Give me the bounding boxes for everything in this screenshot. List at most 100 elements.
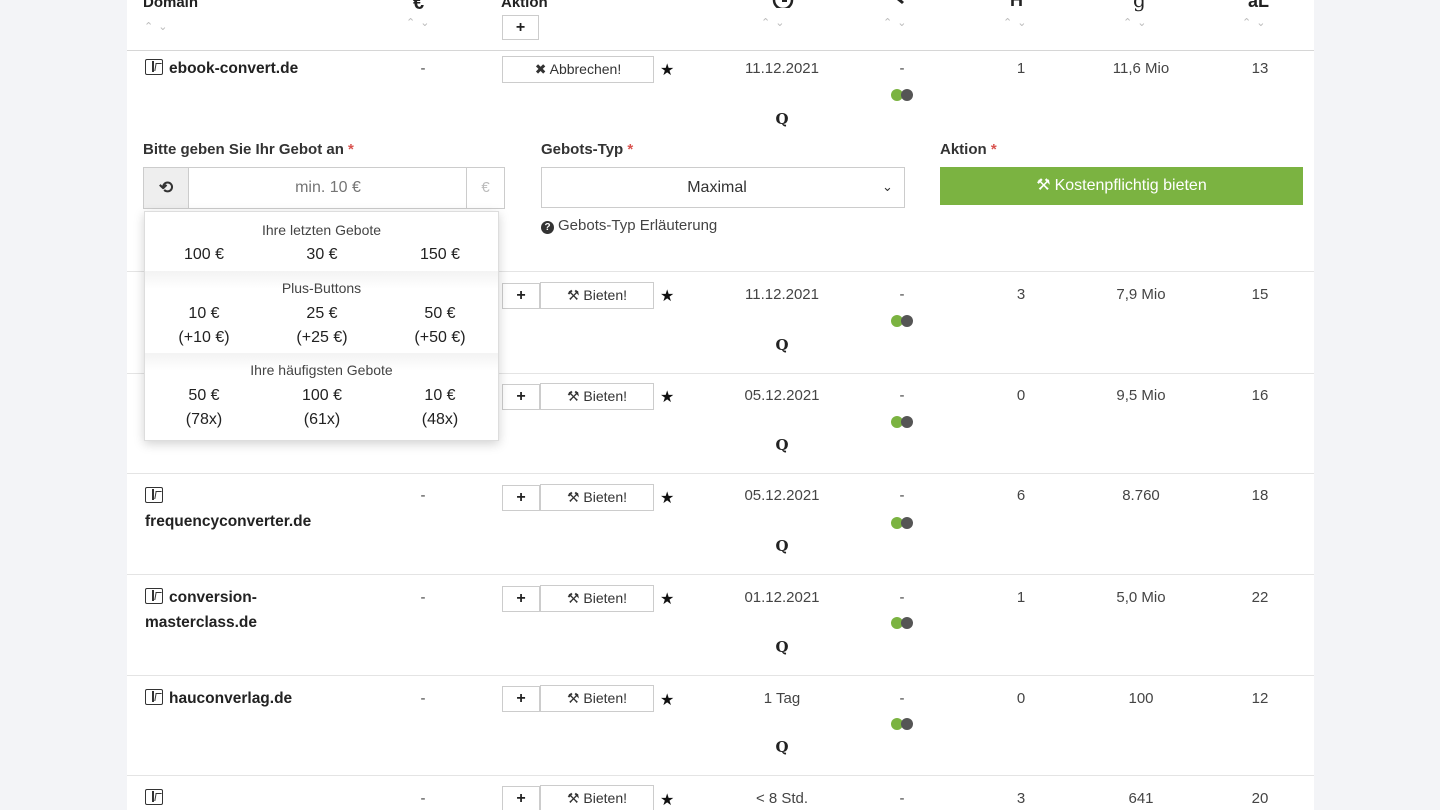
domain-name[interactable]: hauconverlag.de — [145, 686, 292, 711]
status-toggle[interactable] — [891, 315, 915, 327]
al-cell: 13 — [1251, 60, 1269, 77]
gavel-icon: ⚒ — [566, 790, 584, 806]
currency-addon: € — [466, 168, 504, 208]
domain-name[interactable]: frequencyconverter.de — [145, 484, 311, 534]
domain-name[interactable]: conversion-masterclass.de — [145, 585, 257, 635]
sort-arrows-domain[interactable]: ⌃⌄ — [144, 20, 172, 33]
euro-icon[interactable]: € — [413, 0, 424, 15]
sort-arrows-bids[interactable]: ⌃⌄ — [883, 16, 911, 29]
date-cell: 05.12.2021 — [744, 387, 820, 404]
q-link[interactable]: Q — [767, 537, 797, 555]
last-bid-option[interactable]: 100 € — [149, 243, 259, 267]
column-header-domain[interactable]: Domain — [143, 0, 198, 11]
last-bid-option[interactable]: 150 € — [385, 243, 495, 267]
add-button[interactable]: + — [502, 283, 540, 309]
bid-button[interactable]: ⚒ Bieten! — [540, 585, 654, 612]
domain-name[interactable]: ebook-convert.de — [145, 56, 298, 81]
star-icon[interactable]: ★ — [660, 60, 674, 80]
plus-option[interactable]: 10 € (+10 €) — [149, 302, 259, 350]
auction-table-panel: Domain ⌃⌄ € ⌃⌄ Aktion + ⌃⌄ ⌃⌄ H ⌃⌄ g ⌃⌄ … — [127, 0, 1314, 810]
last-bid-option[interactable]: 30 € — [267, 243, 377, 267]
bids-cell: - — [899, 60, 905, 77]
star-icon[interactable]: ★ — [660, 387, 674, 407]
star-icon[interactable]: ★ — [660, 286, 674, 306]
bid-button[interactable]: ⚒ Bieten! — [540, 383, 654, 410]
gavel-icon: ⚒ — [1036, 177, 1051, 194]
status-toggle[interactable] — [891, 89, 915, 101]
sort-arrows-google[interactable]: ⌃⌄ — [1123, 16, 1151, 29]
al-cell: 22 — [1251, 589, 1269, 606]
bid-amount-input[interactable] — [190, 168, 466, 208]
date-cell: 11.12.2021 — [745, 60, 819, 77]
column-header-action: Aktion — [501, 0, 548, 11]
add-button[interactable]: + — [502, 686, 540, 712]
date-cell: 11.12.2021 — [745, 286, 819, 303]
bid-button[interactable]: ⚒ Bieten! — [540, 282, 654, 309]
status-toggle[interactable] — [891, 517, 915, 529]
chevron-down-icon: ⌄ — [882, 179, 893, 194]
status-toggle[interactable] — [891, 617, 915, 629]
gavel-icon: ⚒ — [566, 287, 584, 303]
history-icon[interactable]: ⟲ — [144, 168, 189, 208]
count-cell: 0 — [1016, 690, 1026, 707]
star-icon[interactable]: ★ — [660, 790, 674, 810]
bid-button[interactable]: ⚒ Bieten! — [540, 785, 654, 810]
date-cell: 05.12.2021 — [744, 487, 820, 504]
volume-cell: 11,6 Mio — [1112, 60, 1170, 77]
al-cell: 15 — [1251, 286, 1269, 303]
al-cell: 18 — [1251, 487, 1269, 504]
gavel-icon: ⚒ — [566, 590, 584, 606]
submit-bid-button[interactable]: ⚒ Kostenpflichtig bieten — [940, 167, 1303, 205]
price-cell: - — [420, 589, 426, 606]
status-toggle[interactable] — [891, 718, 915, 730]
count-cell: 1 — [1016, 60, 1026, 77]
star-icon[interactable]: ★ — [660, 488, 674, 508]
frequent-bids-title: Ihre häufigsten Gebote — [250, 362, 393, 378]
add-button[interactable]: + — [502, 786, 540, 810]
google-icon[interactable]: g — [1133, 0, 1146, 12]
q-link[interactable]: Q — [767, 336, 797, 354]
domain-name[interactable] — [145, 786, 169, 810]
volume-cell: 100 — [1128, 690, 1154, 707]
bid-type-select[interactable]: Maximal ⌄ — [541, 167, 905, 208]
book-icon — [145, 487, 163, 503]
count-cell: 0 — [1016, 387, 1026, 404]
plus-option[interactable]: 25 € (+25 €) — [267, 302, 377, 350]
bids-cell: - — [899, 589, 905, 606]
h-icon[interactable]: H — [1010, 0, 1023, 11]
action-label: Aktion * — [940, 141, 997, 158]
price-cell: - — [420, 690, 426, 707]
bid-type-help-link[interactable]: ? Gebots-Typ Erläuterung — [541, 217, 717, 234]
sort-arrows-h[interactable]: ⌃⌄ — [1003, 16, 1031, 29]
sort-arrows-date[interactable]: ⌃⌄ — [761, 16, 789, 29]
plus-option[interactable]: 50 € (+50 €) — [385, 302, 495, 350]
bids-cell: - — [899, 487, 905, 504]
bid-amount-label: Bitte geben Sie Ihr Gebot an * — [143, 141, 354, 158]
sort-arrows-price[interactable]: ⌃⌄ — [406, 16, 434, 29]
status-toggle[interactable] — [891, 416, 915, 428]
cancel-bid-button[interactable]: ✖ Abbrechen! — [502, 56, 654, 83]
q-link[interactable]: Q — [767, 436, 797, 454]
bid-button[interactable]: ⚒ Bieten! — [540, 685, 654, 712]
bids-cell: - — [899, 690, 905, 707]
star-icon[interactable]: ★ — [660, 690, 674, 710]
al-icon[interactable]: aL — [1248, 0, 1269, 12]
add-all-button[interactable]: + — [502, 15, 539, 40]
clock-icon[interactable] — [772, 0, 794, 8]
book-icon — [145, 689, 163, 705]
sort-arrows-al[interactable]: ⌃⌄ — [1242, 16, 1270, 29]
frequent-bid-option[interactable]: 50 € (78x) — [149, 384, 259, 432]
gavel-icon: ⚒ — [566, 388, 584, 404]
star-icon[interactable]: ★ — [660, 589, 674, 609]
add-button[interactable]: + — [502, 384, 540, 410]
add-button[interactable]: + — [502, 485, 540, 511]
bid-button[interactable]: ⚒ Bieten! — [540, 484, 654, 511]
q-link[interactable]: Q — [767, 110, 797, 128]
add-button[interactable]: + — [502, 586, 540, 612]
price-cell: - — [420, 790, 426, 807]
frequent-bid-option[interactable]: 10 € (48x) — [385, 384, 495, 432]
frequent-bid-option[interactable]: 100 € (61x) — [267, 384, 377, 432]
gavel-icon[interactable] — [889, 0, 911, 8]
q-link[interactable]: Q — [767, 638, 797, 656]
q-link[interactable]: Q — [767, 738, 797, 756]
